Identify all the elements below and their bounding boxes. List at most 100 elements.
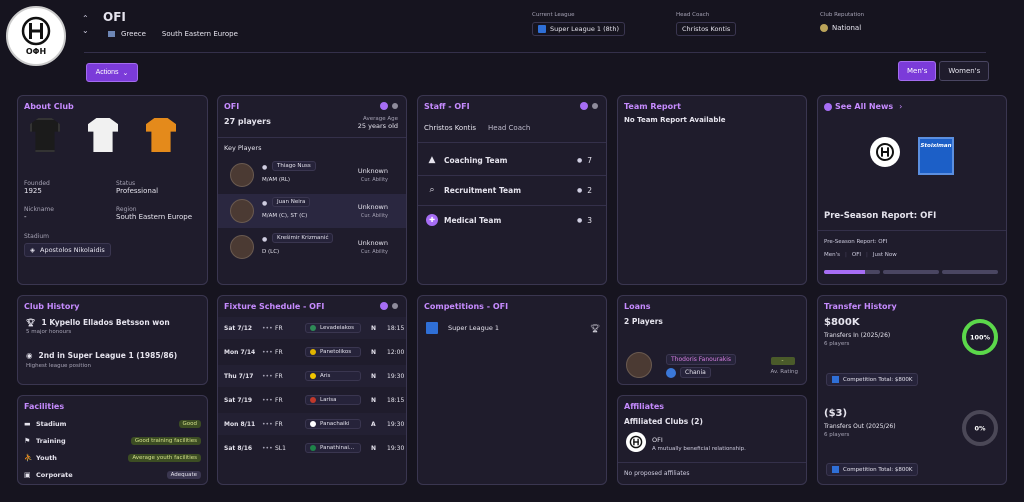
club-country[interactable]: Greece [121,30,146,38]
founded-label: Founded [24,180,50,187]
transfers-in-label: Transfers In (2025/26) [824,332,891,339]
card-title[interactable]: Club History [24,302,80,311]
fixture-row[interactable]: Sat 8/16 ••• SL1 Panathinai... N 19:30 [218,437,406,459]
club-badge-icon [310,397,316,403]
key-player-row[interactable]: ● Thiago Nuss M/AM (RL) Unknown Cur. Ability [218,158,406,192]
affiliate-crest[interactable] [626,432,646,452]
circle-filled-icon[interactable] [580,102,588,110]
card-title[interactable]: Competitions - OFI [424,302,508,311]
news-page-indicator[interactable] [883,270,939,274]
fixture-row[interactable]: Mon 7/14 ••• FR Panetolikos N 12:00 [218,341,406,363]
player-name[interactable]: Juan Neira [272,197,311,207]
chevron-right-icon[interactable]: › [899,102,902,111]
competition-total-in[interactable]: Competition Total: $800K [826,373,919,386]
player-avatar[interactable] [626,352,652,378]
card-title[interactable]: Transfer History [824,302,897,311]
fixture-opponent[interactable]: Panachaiki [305,419,361,429]
card-title[interactable]: Team Report [624,102,681,111]
player-name[interactable]: Thiago Nuss [272,161,316,171]
circle-filled-icon[interactable] [380,302,388,310]
fixture-comp: FR [275,420,283,428]
competition-total-out[interactable]: Competition Total: $800K [826,463,919,476]
head-coach-pill[interactable]: Christos Kontis [676,22,737,36]
circle-grey-icon[interactable] [392,103,398,109]
actions-button[interactable]: Actions ⌄ [86,63,138,82]
news-page-indicator[interactable] [942,270,998,274]
ellipsis-icon: ••• [262,420,273,428]
see-all-news-link[interactable]: See All News [835,102,893,111]
fixture-opponent[interactable]: Larisa [305,395,361,405]
player-avatar[interactable] [230,199,254,223]
key-player-row[interactable]: ● Juan Neira M/AM (C), ST (C) Unknown Cur. A… [218,194,406,228]
facility-name: Youth [36,454,57,462]
affiliated-clubs: Affiliated Clubs (2) [624,417,703,426]
player-avatar[interactable] [230,235,254,259]
fixture-opponent[interactable]: Levadeiakos [305,323,361,333]
fixture-opponent[interactable]: Panathinai... [305,443,361,453]
club-switch-arrows[interactable]: ⌃ ⌄ [82,13,89,37]
staff-count: 3 [587,215,592,225]
trophy-icon[interactable]: 🏆︎ [590,324,600,333]
loan-player-name[interactable]: Thodoris Fanourakis [666,354,737,365]
staff-team-row[interactable]: ⌕ Recruitment Team ● 2 [418,179,606,201]
fixture-venue: N [371,348,377,356]
person-icon: ● [576,156,583,164]
stadium-icon: ◈ [30,246,35,254]
medal-icon: ◉ [26,351,33,360]
facility-row: ▣ Corporate Adequate [24,468,201,482]
staff-coach-name[interactable]: Christos Kontis [424,124,476,132]
card-title[interactable]: About Club [24,102,74,111]
facility-rating: Average youth facilities [128,454,201,462]
card-title[interactable]: Fixture Schedule - OFI [224,302,324,311]
fixture-row[interactable]: Thu 7/17 ••• FR Aris N 19:30 [218,365,406,387]
staff-count: 2 [587,185,592,195]
card-title[interactable]: OFI [224,102,239,111]
key-player-row[interactable]: ● Krešimir Krizmanić D (LC) Unknown Cur. Abi… [218,230,406,264]
facility-icon: ⛹ [24,454,33,462]
fixture-opponent[interactable]: Panetolikos [305,347,361,357]
fixture-date: Sat 7/19 [224,396,253,404]
person-icon: ● [262,164,268,171]
ability-label: Cur. Ability [360,213,388,219]
current-league-pill[interactable]: Super League 1 (8th) [532,22,625,36]
player-name[interactable]: Krešimir Krizmanić [272,233,334,243]
transfer-history-card: Transfer History $800K Transfers In (202… [817,295,1007,485]
club-history-card: Club History 🏆︎ 1 Kypello Ellados Betsson… [17,295,208,385]
tab-mens[interactable]: Men's [898,61,937,81]
card-title[interactable]: Loans [624,302,650,311]
player-avatar[interactable] [230,163,254,187]
fixture-time: 19:30 [387,444,405,452]
affiliate-name[interactable]: OFI [652,436,746,444]
circle-grey-icon[interactable] [592,103,598,109]
card-title[interactable]: Staff - OFI [424,102,470,111]
fixture-row[interactable]: Sat 7/12 ••• FR Levadeiakos N 18:15 [218,317,406,339]
fixture-comp: SL1 [275,444,286,452]
competition-row[interactable]: Super League 1 🏆︎ [426,322,600,334]
fixture-opponent[interactable]: Aris [305,371,361,381]
card-title[interactable]: Facilities [24,402,64,411]
fixture-row[interactable]: Sat 7/19 ••• FR Larisa N 18:15 [218,389,406,411]
history-sub: 5 major honours [26,329,72,335]
player-position: M/AM (RL) [262,177,291,183]
news-tag: Just Now [872,252,897,258]
tab-womens[interactable]: Women's [939,61,990,81]
club-name: OFI [103,10,126,24]
circle-filled-icon[interactable] [380,102,388,110]
fixture-time: 12:00 [387,348,405,356]
news-headline[interactable]: Pre-Season Report: OFI [824,211,936,221]
facility-icon: ▬ [24,420,31,428]
news-page-indicator-active[interactable] [824,270,880,274]
loan-club[interactable]: Chania [680,367,711,378]
squad-count[interactable]: 27 players [224,117,271,126]
magnifier-icon: ⌕ [429,185,435,195]
fixture-row[interactable]: Mon 8/11 ••• FR Panachaiki A 19:30 [218,413,406,435]
staff-team-row[interactable]: ✚ Medical Team ● 3 [418,209,606,231]
fixture-comp: FR [275,348,283,356]
fixture-date: Sat 7/12 [224,324,253,332]
news-tag: Men's [824,252,840,258]
stadium-pill[interactable]: ◈ Apostolos Nikolaidis [24,243,111,257]
card-title[interactable]: Affiliates [624,402,664,411]
staff-team-row[interactable]: ▲ Coaching Team ● 7 [418,149,606,171]
key-players-label: Key Players [224,144,262,152]
circle-grey-icon[interactable] [392,303,398,309]
